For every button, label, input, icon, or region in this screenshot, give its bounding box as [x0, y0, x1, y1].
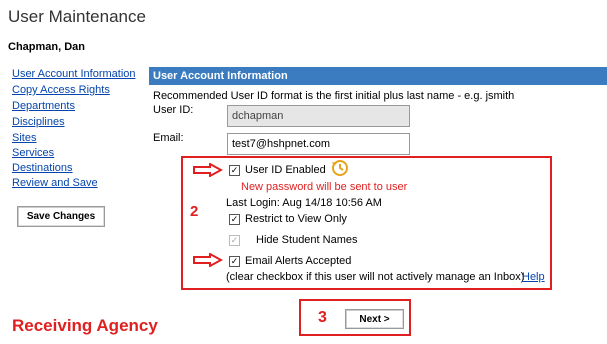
password-warning: New password will be sent to user	[241, 181, 408, 193]
sidebar-item-user-account-information[interactable]: User Account Information	[12, 68, 136, 80]
arrow-right-icon	[193, 253, 223, 267]
hide-student-names-checkbox: ✓	[229, 235, 240, 246]
annotation-step2: 2	[190, 203, 199, 220]
sidebar-item-disciplines[interactable]: Disciplines	[12, 116, 65, 128]
sidebar-item-copy-access-rights[interactable]: Copy Access Rights	[12, 84, 110, 96]
userid-enabled-checkbox[interactable]: ✓	[229, 165, 240, 176]
user-name: Chapman, Dan	[8, 41, 86, 53]
restrict-view-only-label: Restrict to View Only	[245, 213, 347, 225]
sidebar-item-services[interactable]: Services	[12, 147, 54, 159]
userid-enabled-label: User ID Enabled	[245, 164, 326, 176]
email-field[interactable]: test7@hshpnet.com	[227, 133, 410, 155]
email-alerts-checkbox[interactable]: ✓	[229, 256, 240, 267]
sidebar-item-destinations[interactable]: Destinations	[12, 162, 73, 174]
restrict-view-only-checkbox[interactable]: ✓	[229, 214, 240, 225]
receiving-agency-caption: Receiving Agency	[12, 316, 158, 335]
last-login: Last Login: Aug 14/18 10:56 AM	[226, 197, 382, 209]
userid-field: dchapman	[227, 105, 410, 127]
sidebar-item-sites[interactable]: Sites	[12, 132, 36, 144]
email-label: Email:	[153, 132, 184, 144]
history-icon[interactable]	[330, 158, 350, 178]
clear-checkbox-note: (clear checkbox if this user will not ac…	[226, 271, 525, 283]
next-button[interactable]: Next >	[345, 309, 404, 329]
sidebar-item-review-and-save[interactable]: Review and Save	[12, 177, 98, 189]
save-changes-button[interactable]: Save Changes	[17, 206, 105, 227]
help-link[interactable]: Help	[522, 271, 545, 283]
page-title: User Maintenance	[8, 7, 146, 26]
userid-label: User ID:	[153, 104, 194, 116]
email-alerts-label: Email Alerts Accepted	[245, 255, 352, 267]
userid-recommendation: Recommended User ID format is the first …	[153, 90, 515, 102]
arrow-right-icon	[193, 163, 223, 177]
hide-student-names-label: Hide Student Names	[256, 234, 358, 246]
sidebar-item-departments[interactable]: Departments	[12, 100, 75, 112]
panel-header: User Account Information	[149, 67, 607, 85]
